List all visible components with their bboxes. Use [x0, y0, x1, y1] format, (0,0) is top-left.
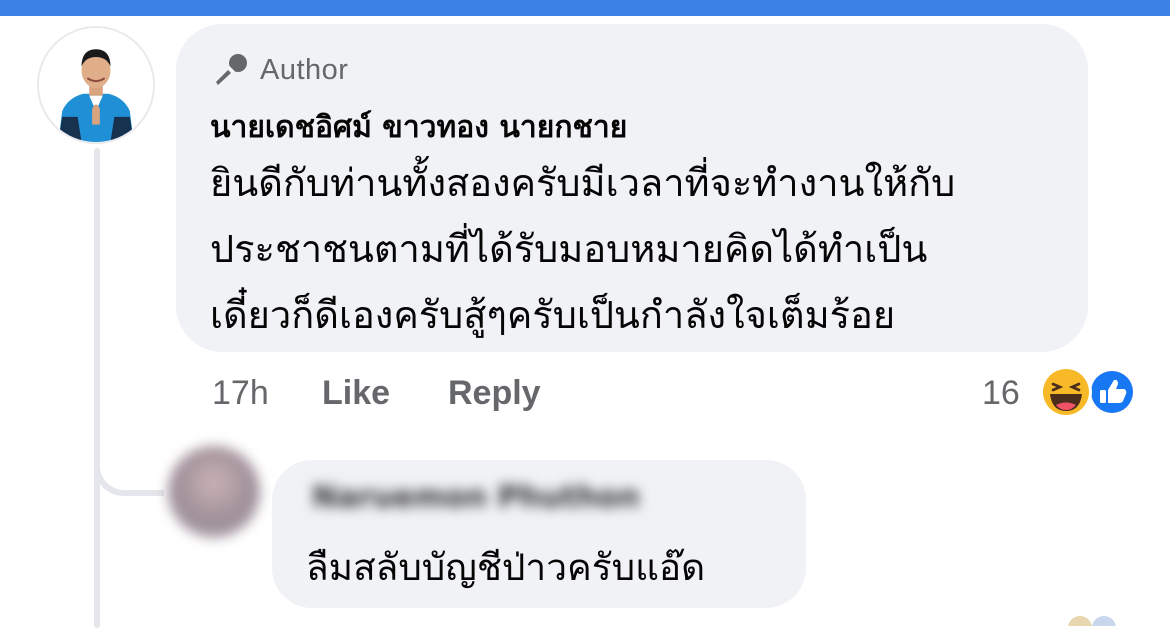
- like-button[interactable]: Like: [322, 370, 390, 416]
- comment-text-line: ยินดีกับท่านทั้งสองครับมีเวลาที่จะทำงานใ…: [210, 161, 956, 205]
- haha-icon: [1040, 366, 1092, 418]
- author-badge-label: Author: [260, 53, 349, 86]
- reply-branch-line: [94, 440, 164, 496]
- comment-author-name[interactable]: นายเดชอิศม์ ขาวทอง นายกชาย: [210, 104, 627, 151]
- comment-timestamp[interactable]: 17h: [212, 370, 269, 416]
- comment-text-line: เดี๋ยวก็ดีเองครับสู้ๆครับเป็นกำลังใจเต็ม…: [210, 293, 896, 337]
- thread-line: [94, 148, 100, 628]
- like-icon: [1088, 368, 1136, 416]
- reaction-icons[interactable]: [1036, 364, 1140, 420]
- reply-author-avatar[interactable]: [168, 446, 260, 538]
- microphone-icon: [216, 54, 247, 85]
- reaction-count[interactable]: 16: [982, 370, 1020, 416]
- reply-author-name[interactable]: Naruemon Phuthon: [312, 480, 640, 515]
- person-avatar-icon: [39, 28, 153, 142]
- author-badge: Author: [212, 50, 348, 90]
- author-avatar[interactable]: [37, 26, 155, 144]
- reply-button[interactable]: Reply: [448, 370, 541, 416]
- reply-text: ลืมสลับบัญชีป่าวครับแอ๊ด: [306, 546, 706, 589]
- comment-text-line: ประชาชนตามที่ได้รับมอบหมายคิดได้ทำเป็น: [210, 227, 928, 271]
- comment-text: ยินดีกับท่านทั้งสองครับมีเวลาที่จะทำงานใ…: [210, 150, 1070, 348]
- partial-reaction-icon: [1068, 616, 1116, 626]
- top-bar: [0, 0, 1170, 16]
